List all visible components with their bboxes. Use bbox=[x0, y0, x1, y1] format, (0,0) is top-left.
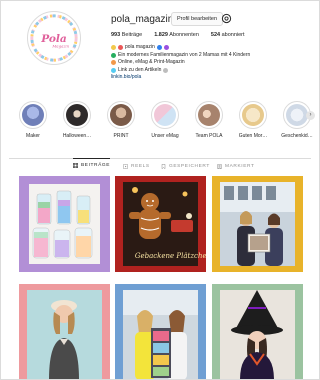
highlight-cover bbox=[110, 104, 132, 126]
highlight-label: Maker bbox=[26, 133, 40, 139]
tab-posts[interactable]: BEITRÄGE bbox=[73, 158, 111, 172]
bio-link[interactable]: linkin.bio/pola bbox=[111, 74, 141, 82]
profile-stats: 993 Beiträge 1.829 Abonnenten 524 abonni… bbox=[111, 32, 245, 38]
edit-profile-button[interactable]: Profil bearbeiten bbox=[171, 12, 224, 26]
posts-count[interactable]: 993 Beiträge bbox=[111, 32, 142, 38]
heart-icon bbox=[118, 45, 123, 51]
highlight-item[interactable]: Team POLA bbox=[189, 101, 229, 139]
grid-icon bbox=[73, 163, 78, 168]
heart-icon bbox=[156, 45, 162, 51]
heart-icon bbox=[111, 45, 116, 51]
highlight-cover bbox=[198, 104, 220, 126]
highlight-item[interactable]: Guten Mor… bbox=[233, 101, 273, 139]
profile-avatar[interactable]: Pola Magazin bbox=[27, 11, 81, 65]
post-tile-5[interactable] bbox=[115, 284, 206, 379]
bookmark-icon bbox=[161, 163, 166, 169]
post-image bbox=[212, 284, 303, 379]
emoji-icon bbox=[111, 68, 116, 74]
highlight-item[interactable]: PRINT bbox=[101, 101, 141, 139]
bio-line: Ein modernes Familienmagazin von 2 Mamas… bbox=[118, 51, 251, 58]
highlight-item[interactable]: Halloween… bbox=[57, 101, 97, 139]
bio-line: pola magazin bbox=[125, 44, 155, 50]
highlight-label: Geschenkid… bbox=[281, 133, 313, 139]
highlight-cover bbox=[242, 104, 264, 126]
emoji-icon bbox=[111, 52, 116, 58]
following-count[interactable]: 524 abonniert bbox=[211, 32, 245, 38]
post-caption: Gebackene Plätzchen bbox=[135, 252, 206, 260]
bio-line: Link zu den Artikeln bbox=[118, 66, 162, 73]
emoji-icon bbox=[111, 60, 116, 66]
highlight-label: Team POLA bbox=[195, 133, 223, 139]
post-image bbox=[115, 284, 206, 379]
profile-header: Pola Magazin pola_magazin Profil bearbei… bbox=[1, 1, 319, 97]
highlight-cover bbox=[22, 104, 44, 126]
highlight-label: Guten Mor… bbox=[238, 133, 268, 139]
tag-icon bbox=[217, 163, 222, 169]
post-image: Gebackene Plätzchen bbox=[115, 176, 206, 272]
highlight-label: PRINT bbox=[113, 133, 129, 139]
pola-logo: Pola Magazin bbox=[28, 12, 80, 64]
highlight-cover bbox=[154, 104, 176, 126]
highlight-item[interactable]: Geschenkid… bbox=[277, 101, 317, 139]
profile-page: Pola Magazin pola_magazin Profil bearbei… bbox=[0, 0, 320, 380]
post-tile-3[interactable] bbox=[212, 176, 303, 272]
tab-label: MARKIERT bbox=[225, 163, 255, 169]
post-image bbox=[19, 176, 110, 272]
tabs-divider bbox=[9, 158, 311, 159]
post-tile-4[interactable] bbox=[19, 284, 110, 379]
tab-label: REELS bbox=[131, 163, 150, 169]
profile-username: pola_magazin bbox=[111, 14, 174, 25]
posts-grid: Gebackene Plätzchen bbox=[19, 176, 303, 379]
tab-label: GESPEICHERT bbox=[169, 163, 210, 169]
story-highlights: Maker Halloween… PRINT Unser eMag Team P… bbox=[1, 101, 319, 149]
highlight-label: Unser eMag bbox=[151, 133, 179, 139]
highlight-item[interactable]: Maker bbox=[13, 101, 53, 139]
post-tile-1[interactable] bbox=[19, 176, 110, 272]
highlight-item[interactable]: Unser eMag bbox=[145, 101, 185, 139]
settings-icon[interactable] bbox=[221, 13, 232, 24]
profile-bio: pola magazin Ein modernes Familienmagazi… bbox=[111, 44, 250, 82]
tab-label: BEITRÄGE bbox=[81, 163, 111, 168]
chevron-right-icon[interactable]: › bbox=[306, 111, 315, 120]
tab-reels[interactable]: REELS bbox=[123, 159, 150, 173]
post-tile-2[interactable]: Gebackene Plätzchen bbox=[115, 176, 206, 272]
svg-text:Magazin: Magazin bbox=[51, 44, 69, 49]
post-tile-6[interactable] bbox=[212, 284, 303, 379]
heart-icon bbox=[163, 45, 169, 51]
reels-icon bbox=[123, 163, 128, 169]
post-image bbox=[212, 176, 303, 272]
point-down-icon bbox=[163, 68, 169, 74]
tab-saved[interactable]: GESPEICHERT bbox=[161, 159, 210, 173]
post-image bbox=[19, 284, 110, 379]
followers-count[interactable]: 1.829 Abonnenten bbox=[154, 32, 199, 38]
bio-line: Online, eMag & Print-Magazin bbox=[118, 59, 185, 66]
highlight-cover bbox=[66, 104, 88, 126]
highlight-label: Halloween… bbox=[62, 133, 92, 139]
highlight-cover bbox=[286, 104, 308, 126]
tab-tagged[interactable]: MARKIERT bbox=[217, 159, 255, 173]
